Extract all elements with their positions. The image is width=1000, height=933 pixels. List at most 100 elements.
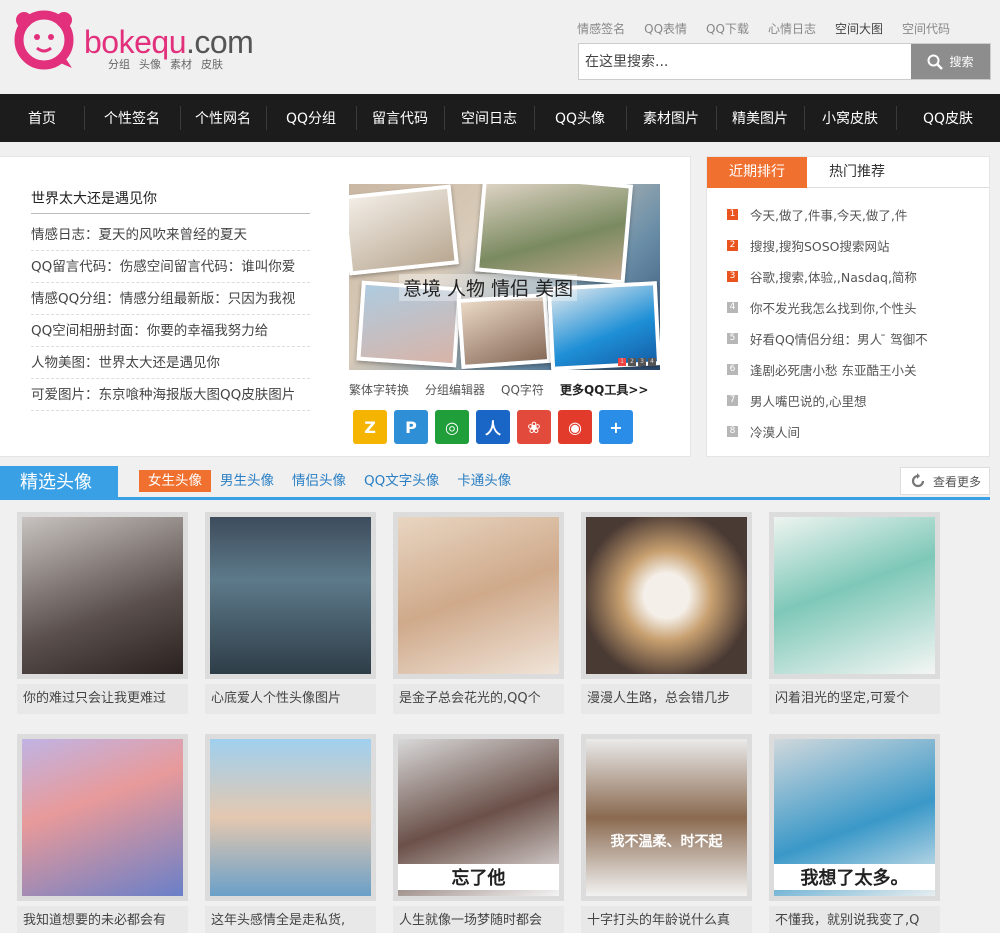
nav-space-diary[interactable]: 空间日志: [444, 94, 534, 142]
view-more-button[interactable]: 查看更多: [900, 467, 990, 495]
avatar-card[interactable]: 我不温柔、时不起十字打头的年龄说什么真: [581, 734, 752, 933]
tab-cartoon-avatar[interactable]: 卡通头像: [448, 470, 520, 492]
banner-dot[interactable]: 4: [648, 358, 656, 366]
ranking-item[interactable]: 5 好看QQ情侣分组：男人 ̄ 驾御不: [727, 323, 982, 354]
avatar-category-tabs: 女生头像 男生头像 情侣头像 QQ文字头像 卡通头像: [139, 470, 520, 492]
banner-dot[interactable]: 1: [618, 358, 626, 366]
tab-couple-avatar[interactable]: 情侣头像: [283, 470, 355, 492]
nav-message-code[interactable]: 留言代码: [356, 94, 444, 142]
avatar-image[interactable]: [22, 739, 183, 896]
avatar-caption[interactable]: 我知道想要的未必都会有: [17, 906, 188, 933]
news-item[interactable]: QQ留言代码：伤感空间留言代码：谁叫你爱: [31, 251, 310, 283]
tool-traditional-converter[interactable]: 繁体字转换: [349, 381, 409, 398]
avatar-card[interactable]: 我知道想要的未必都会有: [17, 734, 188, 933]
banner-dot[interactable]: 3: [638, 358, 646, 366]
qq-space-app-icon[interactable]: Z: [353, 410, 387, 444]
avatar-card[interactable]: 这年头感情全是走私货,: [205, 734, 376, 933]
tab-text-avatar[interactable]: QQ文字头像: [355, 470, 448, 492]
weibo-app-icon[interactable]: ◉: [558, 410, 592, 444]
qq-music-app-icon[interactable]: ◎: [435, 410, 469, 444]
tab-male-avatar[interactable]: 男生头像: [211, 470, 283, 492]
avatar-caption[interactable]: 十字打头的年龄说什么真: [581, 906, 752, 933]
avatar-caption[interactable]: 你的难过只会让我更难过: [17, 684, 188, 714]
avatar-image[interactable]: 忘了他: [398, 739, 559, 896]
nav-signature[interactable]: 个性签名: [84, 94, 180, 142]
avatar-image[interactable]: [22, 517, 183, 674]
avatar-card[interactable]: 忘了他人生就像一场梦随时都会: [393, 734, 564, 933]
tab-recent-ranking[interactable]: 近期排行: [707, 157, 807, 188]
avatar-image[interactable]: 我想了太多。: [774, 739, 935, 896]
bear-logo-icon: [14, 10, 74, 70]
avatar-card[interactable]: 心底爱人个性头像图片: [205, 512, 376, 714]
tool-links: 繁体字转换 分组编辑器 QQ字符 更多QQ工具>>: [349, 381, 648, 398]
news-item[interactable]: 可爱图片：东京喰种海报版大图QQ皮肤图片: [31, 379, 310, 411]
nav-qq-group[interactable]: QQ分组: [266, 94, 356, 142]
qq-pet-app-icon[interactable]: ❀: [517, 410, 551, 444]
nav-material-images[interactable]: 素材图片: [626, 94, 716, 142]
toplink-space-images[interactable]: 空间大图: [835, 20, 883, 37]
toplink-emotion-signature[interactable]: 情感签名: [577, 20, 625, 37]
avatar-caption[interactable]: 闪着泪光的坚定,可爱个: [769, 684, 940, 714]
tool-group-editor[interactable]: 分组编辑器: [425, 381, 485, 398]
add-more-app-icon[interactable]: +: [599, 410, 633, 444]
tool-qq-characters[interactable]: QQ字符: [501, 381, 544, 398]
avatar-overlay-text: 忘了他: [398, 864, 559, 890]
ranking-item[interactable]: 3 谷歌,搜索,体验,,Nasdaq,简称: [727, 261, 982, 292]
news-divider: [31, 213, 310, 214]
nav-nickname[interactable]: 个性网名: [180, 94, 266, 142]
toplink-space-code[interactable]: 空间代码: [902, 20, 950, 37]
avatar-caption[interactable]: 这年头感情全是走私货,: [205, 906, 376, 933]
nav-beautiful-images[interactable]: 精美图片: [716, 94, 804, 142]
news-item[interactable]: QQ空间相册封面：你要的幸福我努力给: [31, 315, 310, 347]
avatar-card[interactable]: 闪着泪光的坚定,可爱个: [769, 512, 940, 714]
avatar-overlay-text: 我想了太多。: [774, 864, 935, 890]
ranking-number: 7: [727, 395, 738, 406]
tool-more-link[interactable]: 更多QQ工具>>: [560, 381, 649, 398]
avatar-card[interactable]: 是金子总会花光的,QQ个: [393, 512, 564, 714]
avatar-image[interactable]: [774, 517, 935, 674]
avatar-card[interactable]: 漫漫人生路，总会错几步: [581, 512, 752, 714]
tab-female-avatar[interactable]: 女生头像: [139, 470, 211, 492]
qq-search-app-icon[interactable]: P: [394, 410, 428, 444]
search-button-label: 搜索: [949, 55, 974, 69]
banner-carousel[interactable]: 意境 人物 情侣 美图 1 2 3 4: [349, 184, 660, 370]
avatar-caption[interactable]: 不懂我，就别说我变了,Q: [769, 906, 940, 933]
avatar-caption[interactable]: 漫漫人生路，总会错几步: [581, 684, 752, 714]
toplink-mood-diary[interactable]: 心情日志: [768, 20, 816, 37]
ranking-item[interactable]: 8 冷漠人间: [727, 416, 982, 447]
avatar-card[interactable]: 你的难过只会让我更难过: [17, 512, 188, 714]
toplink-qq-emoji[interactable]: QQ表情: [644, 20, 687, 37]
site-logo[interactable]: bokequ.com 分组 头像 素材 皮肤: [12, 6, 262, 72]
site-header: bokequ.com 分组 头像 素材 皮肤 情感签名 QQ表情 QQ下载 心情日志 …: [0, 0, 1000, 94]
nav-home[interactable]: 首页: [0, 94, 84, 142]
avatar-image[interactable]: 我不温柔、时不起: [586, 739, 747, 896]
ranking-item[interactable]: 4 你不发光我怎么找到你,个性头: [727, 292, 982, 323]
nav-nest-skin[interactable]: 小窝皮肤: [804, 94, 896, 142]
ranking-item[interactable]: 1 今天,做了,件事,今天,做了,件: [727, 199, 982, 230]
avatar-image[interactable]: [210, 739, 371, 896]
renren-app-icon[interactable]: 人: [476, 410, 510, 444]
nav-qq-avatar[interactable]: QQ头像: [534, 94, 626, 142]
ranking-item[interactable]: 2 搜搜,搜狗SOSO搜索网站: [727, 230, 982, 261]
news-item[interactable]: 情感日志：夏天的风吹来曾经的夏天: [31, 219, 310, 251]
avatar-card[interactable]: 我想了太多。 不懂我，就别说我变了,Q: [769, 734, 940, 933]
banner-dot[interactable]: 2: [628, 358, 636, 366]
news-item[interactable]: 情感QQ分组：情感分组最新版：只因为我视: [31, 283, 310, 315]
avatar-frame: [393, 512, 564, 679]
news-item[interactable]: 人物美图：世界太大还是遇见你: [31, 347, 310, 379]
avatar-caption[interactable]: 是金子总会花光的,QQ个: [393, 684, 564, 714]
ranking-item[interactable]: 7 男人嘴巴说的,心里想: [727, 385, 982, 416]
section-underline: [0, 497, 990, 500]
avatar-caption[interactable]: 人生就像一场梦随时都会: [393, 906, 564, 933]
avatar-image[interactable]: [586, 517, 747, 674]
nav-qq-skin[interactable]: QQ皮肤: [896, 94, 1000, 142]
avatar-caption[interactable]: 心底爱人个性头像图片: [205, 684, 376, 714]
search-button[interactable]: 搜索: [911, 44, 990, 79]
tab-hot-recommend[interactable]: 热门推荐: [807, 157, 907, 188]
avatar-image[interactable]: [210, 517, 371, 674]
search-input[interactable]: [579, 44, 912, 79]
news-headline[interactable]: 世界太大还是遇见你: [31, 188, 157, 208]
ranking-item[interactable]: 6 逢剧必死唐小愁 东亚酷王小关: [727, 354, 982, 385]
toplink-qq-download[interactable]: QQ下载: [706, 20, 749, 37]
avatar-image[interactable]: [398, 517, 559, 674]
